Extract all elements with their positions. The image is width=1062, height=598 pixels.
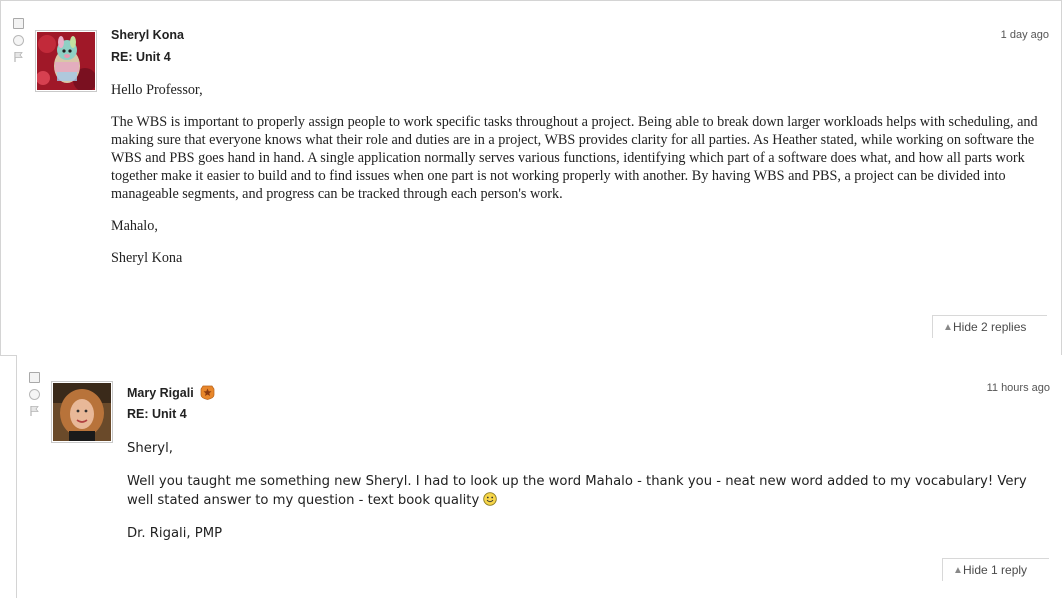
- post-subject: RE: Unit 4: [127, 407, 187, 421]
- avatar: [35, 30, 97, 92]
- author-name[interactable]: Mary Rigali: [127, 386, 194, 400]
- body-text: Well you taught me something new Sheryl.…: [127, 474, 1027, 508]
- flag-icon[interactable]: [29, 405, 40, 417]
- hide-replies-button[interactable]: ▲ Hide 1 reply: [942, 558, 1049, 581]
- discussion-post: Sheryl Kona RE: Unit 4 1 day ago Hello P…: [0, 0, 1062, 356]
- reply-post: Mary Rigali RE: Unit 4 11 hours ago Sher…: [16, 355, 1062, 598]
- post-controls: [13, 18, 24, 63]
- hide-replies-button[interactable]: ▲ Hide 2 replies: [932, 315, 1047, 338]
- post-subject: RE: Unit 4: [111, 50, 171, 64]
- smiley-icon: [483, 492, 498, 506]
- hide-replies-label: Hide 1 reply: [963, 563, 1028, 577]
- read-status-radio[interactable]: [29, 389, 40, 400]
- body-paragraph: Mahalo,: [111, 218, 158, 234]
- triangle-up-icon: ▲: [943, 322, 953, 333]
- body-paragraph: The WBS is important to properly assign …: [111, 114, 1038, 202]
- body-paragraph: Well you taught me something new Sheryl.…: [127, 472, 1037, 510]
- avatar-image: [53, 383, 111, 441]
- post-body: Hello Professor, The WBS is important to…: [111, 81, 1046, 281]
- body-paragraph: Hello Professor,: [111, 82, 203, 98]
- triangle-up-icon: ▲: [953, 565, 963, 576]
- read-status-radio[interactable]: [13, 35, 24, 46]
- post-timestamp: 1 day ago: [1000, 29, 1049, 41]
- post-controls: [29, 372, 40, 417]
- avatar: [51, 381, 113, 443]
- body-paragraph: Sheryl,: [127, 441, 173, 456]
- post-timestamp: 11 hours ago: [986, 382, 1050, 394]
- author-name[interactable]: Sheryl Kona: [111, 28, 184, 42]
- post-body: Sheryl, Well you taught me something new…: [127, 439, 1037, 557]
- select-checkbox[interactable]: [29, 372, 40, 383]
- hide-replies-label: Hide 2 replies: [953, 320, 1027, 334]
- body-paragraph: Sheryl Kona: [111, 250, 183, 266]
- flag-icon[interactable]: [13, 51, 24, 63]
- avatar-image: [37, 32, 95, 90]
- author-name-row: Mary Rigali: [127, 385, 215, 400]
- select-checkbox[interactable]: [13, 18, 24, 29]
- body-paragraph: Dr. Rigali, PMP: [127, 526, 223, 541]
- instructor-badge-icon: [200, 385, 215, 400]
